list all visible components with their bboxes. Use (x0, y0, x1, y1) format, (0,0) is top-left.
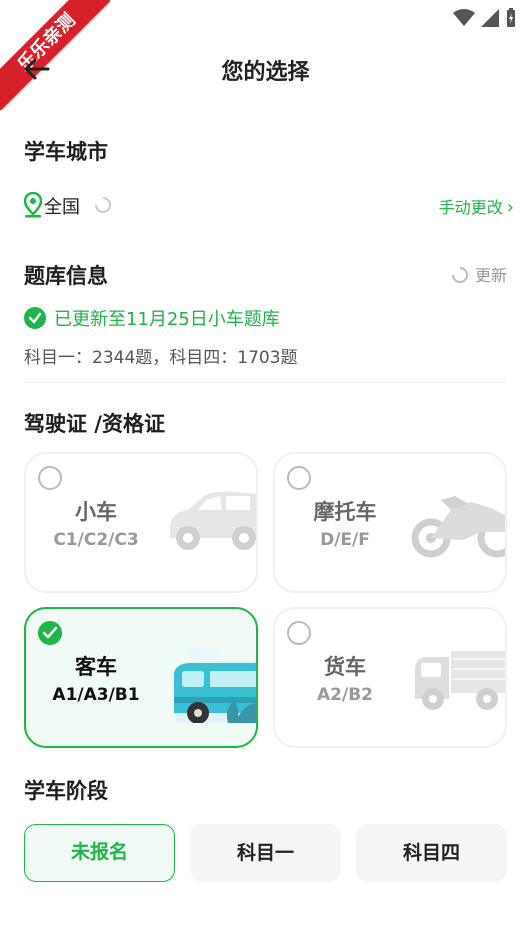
wifi-icon (453, 9, 475, 26)
license-name: 小车 (75, 500, 117, 524)
license-card-truck[interactable]: 货车 A2/B2 (273, 607, 507, 748)
license-codes: C1/C2/C3 (53, 530, 139, 550)
top-bar: 您的选择 (0, 40, 531, 96)
page-title: 您的选择 (221, 60, 310, 85)
license-card-bus[interactable]: 客车 A1/A3/B1 (24, 607, 258, 748)
radio-unchecked (38, 466, 62, 490)
chevron-right-icon: › (506, 197, 514, 218)
license-codes: D/E/F (320, 530, 370, 550)
license-codes: A1/A3/B1 (52, 685, 140, 705)
radio-unchecked (287, 466, 311, 490)
refresh-icon (451, 267, 468, 283)
update-button[interactable]: 更新 (451, 262, 507, 286)
divider (24, 382, 507, 383)
radio-checked (38, 621, 62, 645)
license-name: 客车 (75, 655, 117, 679)
license-name: 货车 (324, 655, 366, 679)
radio-unchecked (287, 621, 311, 645)
loading-spinner-icon (95, 197, 111, 213)
license-section-title: 驾驶证 /资格证 (24, 412, 165, 436)
city-row: 全国 手动更改 › (24, 190, 514, 220)
update-label: 更新 (474, 266, 507, 285)
city-value: 全国 (44, 197, 80, 218)
stage-option-subject-four[interactable]: 科目四 (356, 824, 507, 882)
truck-icon (415, 651, 505, 710)
manual-change-label: 手动更改 (438, 198, 503, 217)
car-icon (170, 491, 256, 550)
license-card-car[interactable]: 小车 C1/C2/C3 (24, 452, 258, 593)
updated-text: 已更新至11月25日小车题库 (54, 309, 280, 330)
question-bank-title: 题库信息 (24, 264, 108, 288)
motorcycle-icon (411, 496, 505, 558)
check-icon (42, 626, 58, 639)
bus-icon (174, 647, 256, 723)
license-codes: A2/B2 (317, 685, 373, 705)
question-counts: 科目一：2344题，科目四：1703题 (24, 348, 298, 368)
location-pin-icon (24, 192, 42, 218)
battery-icon (507, 8, 515, 27)
license-name: 摩托车 (313, 500, 377, 524)
signal-icon (481, 9, 499, 27)
license-card-motorcycle[interactable]: 摩托车 D/E/F (273, 452, 507, 593)
status-icons (453, 8, 517, 28)
manual-change-link[interactable]: 手动更改 › (439, 194, 514, 218)
stage-option-subject-one[interactable]: 科目一 (190, 824, 341, 882)
updated-status: 已更新至11月25日小车题库 (24, 305, 280, 331)
stage-section-title: 学车阶段 (24, 779, 108, 803)
check-circle-icon (24, 307, 46, 329)
city-section-title: 学车城市 (24, 140, 108, 164)
stage-option-unregistered[interactable]: 未报名 (24, 824, 175, 882)
